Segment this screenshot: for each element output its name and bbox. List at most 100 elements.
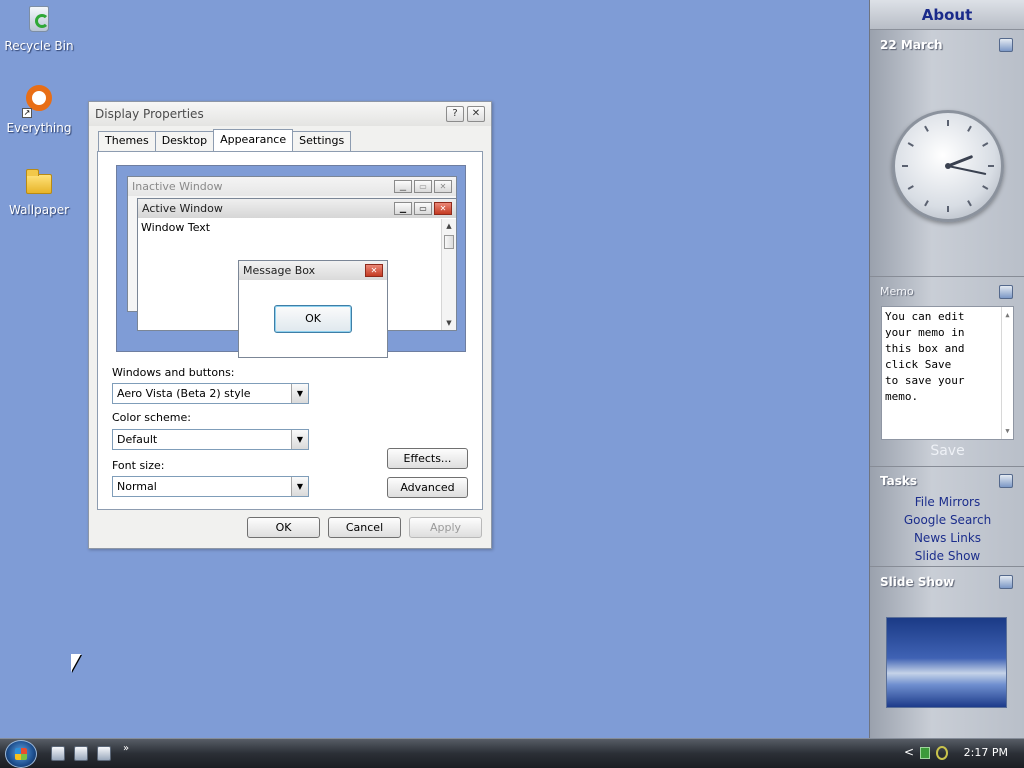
analog-clock — [892, 110, 1004, 222]
close-icon: ✕ — [434, 202, 452, 215]
task-link-google-search[interactable]: Google Search — [870, 513, 1024, 527]
slideshow-title: Slide Show — [880, 575, 955, 589]
network-icon[interactable] — [920, 747, 930, 759]
display-properties-window: Display Properties ? ✕ Themes Desktop Ap… — [88, 101, 492, 549]
chevron-down-icon[interactable]: ▼ — [291, 430, 308, 449]
task-link-slide-show[interactable]: Slide Show — [870, 549, 1024, 563]
clock-tick — [982, 185, 989, 190]
tab-desktop[interactable]: Desktop — [154, 131, 215, 151]
maximize-icon: ▭ — [414, 202, 432, 215]
maximize-icon: ▭ — [414, 180, 432, 193]
close-icon: ✕ — [434, 180, 452, 193]
tasks-title: Tasks — [880, 474, 918, 488]
clock-tick — [924, 200, 929, 207]
desktop-icon-label: Wallpaper — [8, 203, 70, 217]
desktop-icon-label: Everything — [6, 121, 72, 135]
minimize-icon: ▁ — [394, 202, 412, 215]
color-scheme-select[interactable]: Default ▼ — [112, 429, 309, 450]
memo-text: You can edit your memo in this box and c… — [885, 310, 965, 403]
desktop-icon-wallpaper[interactable]: Wallpaper — [0, 166, 78, 217]
task-link-file-mirrors[interactable]: File Mirrors — [870, 495, 1024, 509]
appearance-preview: Inactive Window ▁ ▭ ✕ Active Window ▁ ▭ … — [116, 165, 466, 358]
shortcut-arrow-icon: ↗ — [22, 108, 32, 118]
quicklaunch-overflow-icon[interactable]: » — [123, 743, 129, 754]
start-button[interactable] — [5, 740, 37, 768]
chevron-down-icon[interactable]: ▼ — [291, 384, 308, 403]
memo-icon[interactable] — [999, 285, 1013, 299]
system-tray: < 2:17 PM — [900, 739, 1024, 768]
window-titlebar[interactable]: Display Properties ? ✕ — [89, 102, 491, 126]
preview-ok-button: OK — [274, 305, 352, 333]
scroll-up-icon: ▲ — [446, 222, 452, 230]
recycle-bin-icon — [22, 2, 56, 36]
ok-button[interactable]: OK — [247, 517, 320, 538]
folder-icon — [22, 166, 56, 200]
quicklaunch-document-icon[interactable] — [97, 746, 111, 761]
preview-inactive-title: Inactive Window — [132, 180, 223, 193]
memo-scrollbar[interactable]: ▲ ▼ — [1001, 307, 1013, 439]
task-link-news-links[interactable]: News Links — [870, 531, 1024, 545]
desktop-icon-recycle-bin[interactable]: Recycle Bin — [0, 2, 78, 53]
windows-buttons-value: Aero Vista (Beta 2) style — [117, 387, 251, 400]
gadget-menu-icon[interactable] — [999, 38, 1013, 52]
window-title: Display Properties — [95, 107, 204, 121]
clock-tick — [967, 200, 972, 207]
tab-appearance[interactable]: Appearance — [213, 129, 294, 151]
color-scheme-label: Color scheme: — [112, 411, 191, 424]
preview-message-box: Message Box ✕ OK — [238, 260, 388, 358]
mouse-cursor-icon — [71, 654, 81, 672]
scroll-down-icon: ▼ — [446, 319, 452, 327]
preview-active-title: Active Window — [142, 202, 223, 215]
close-icon: ✕ — [365, 264, 383, 277]
sidebar-header[interactable]: About — [870, 0, 1024, 30]
scroll-up-icon[interactable]: ▲ — [1002, 307, 1013, 323]
appearance-panel: Inactive Window ▁ ▭ ✕ Active Window ▁ ▭ … — [97, 151, 483, 510]
sidebar-tray-icon[interactable] — [936, 746, 948, 760]
minimize-icon: ▁ — [394, 180, 412, 193]
quicklaunch-ie-icon[interactable] — [51, 746, 65, 761]
scroll-thumb — [444, 235, 454, 249]
clock-face — [902, 120, 994, 212]
font-size-value: Normal — [117, 480, 157, 493]
effects-button[interactable]: Effects... — [387, 448, 468, 469]
clock-tick — [924, 125, 929, 132]
tab-strip: Themes Desktop Appearance Settings — [98, 129, 352, 151]
clock-tick — [967, 125, 972, 132]
apply-button[interactable]: Apply — [409, 517, 482, 538]
desktop-icon-everything[interactable]: ↗ Everything — [0, 84, 78, 135]
tab-themes[interactable]: Themes — [98, 131, 156, 151]
font-size-select[interactable]: Normal ▼ — [112, 476, 309, 497]
preview-window-text: Window Text — [141, 221, 211, 234]
slideshow-icon[interactable] — [999, 575, 1013, 589]
chevron-down-icon[interactable]: ▼ — [291, 477, 308, 496]
taskbar: » < 2:17 PM — [0, 738, 1024, 768]
font-size-label: Font size: — [112, 459, 165, 472]
clock-center — [945, 163, 951, 169]
tasks-icon[interactable] — [999, 474, 1013, 488]
windows-buttons-select[interactable]: Aero Vista (Beta 2) style ▼ — [112, 383, 309, 404]
clock-date: 22 March — [880, 38, 943, 52]
cancel-button[interactable]: Cancel — [328, 517, 401, 538]
tray-expand-icon[interactable]: < — [904, 745, 914, 759]
color-scheme-value: Default — [117, 433, 158, 446]
slideshow-image[interactable] — [886, 617, 1007, 708]
help-button[interactable]: ? — [446, 106, 464, 122]
tab-settings[interactable]: Settings — [292, 131, 352, 151]
quicklaunch-desktop-icon[interactable] — [74, 746, 88, 761]
windows-buttons-label: Windows and buttons: — [112, 366, 235, 379]
clock-tick — [907, 185, 914, 190]
clock-hour-hand — [946, 155, 973, 168]
clock-tick — [982, 142, 989, 147]
tray-clock[interactable]: 2:17 PM — [964, 746, 1008, 759]
memo-save-button[interactable]: Save — [870, 443, 1024, 459]
preview-scrollbar: ▲ ▼ — [441, 219, 456, 330]
scroll-down-icon[interactable]: ▼ — [1002, 423, 1013, 439]
sidebar: About 22 March Memo You can edit your me… — [869, 0, 1024, 738]
clock-minute-hand — [947, 165, 987, 175]
preview-message-title: Message Box — [243, 264, 316, 277]
close-button[interactable]: ✕ — [467, 106, 485, 122]
memo-textarea[interactable]: You can edit your memo in this box and c… — [881, 306, 1014, 440]
advanced-button[interactable]: Advanced — [387, 477, 468, 498]
desktop-icon-label: Recycle Bin — [4, 39, 74, 53]
memo-title: Memo — [880, 285, 914, 298]
